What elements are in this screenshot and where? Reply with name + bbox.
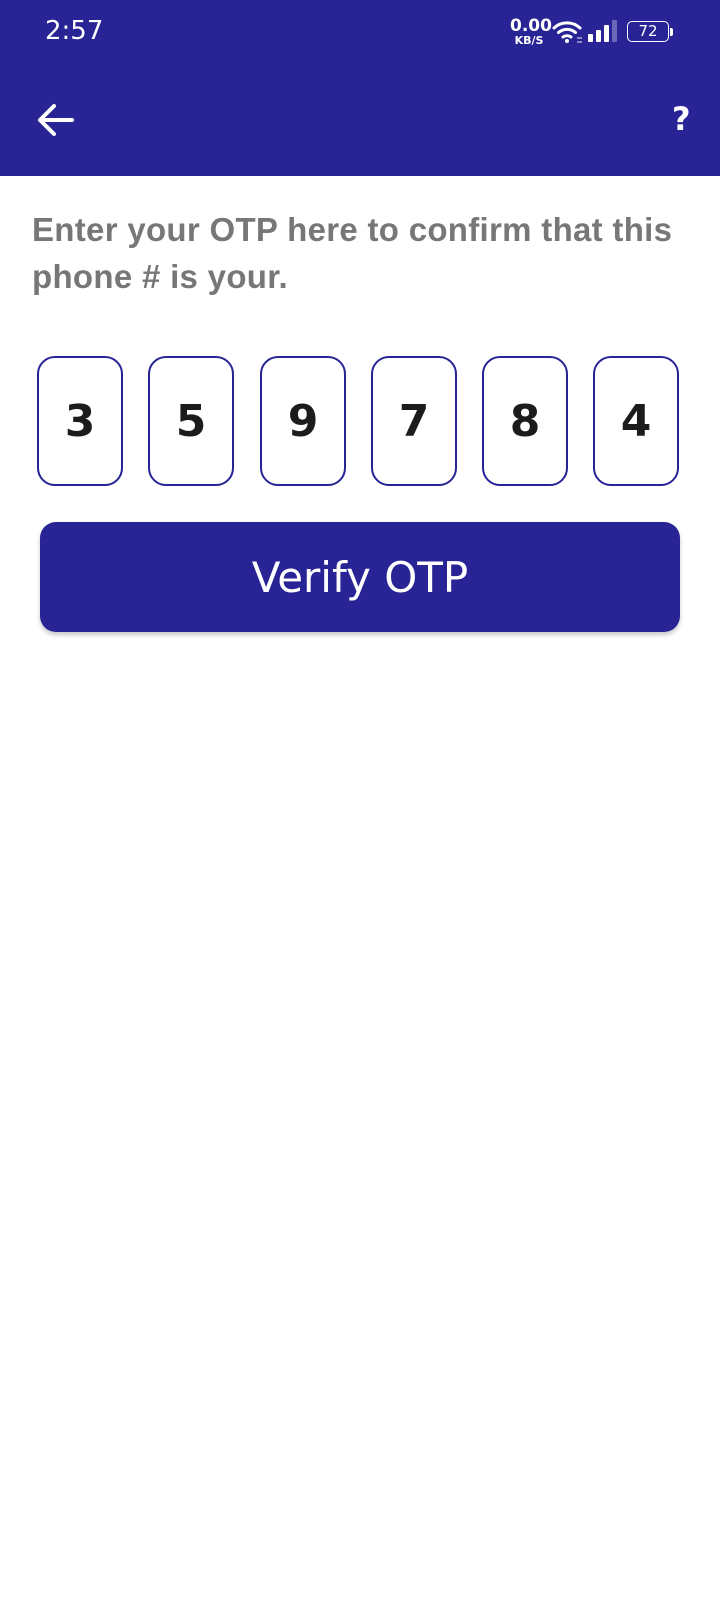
back-button[interactable]	[34, 98, 78, 142]
otp-digit-4[interactable]: 7	[371, 356, 457, 486]
network-speed: 0.00 KB/S	[510, 16, 552, 47]
otp-digit-3[interactable]: 9	[260, 356, 346, 486]
battery-level: 72	[627, 21, 669, 42]
app-header: 2:57 0.00 KB/S 72 ?	[0, 0, 720, 176]
network-speed-value: 0.00	[510, 16, 552, 36]
otp-input-group: 3 5 9 7 8 4	[0, 356, 720, 490]
signal-icon	[586, 20, 620, 49]
verify-otp-button[interactable]: Verify OTP	[40, 522, 680, 632]
otp-digit-5[interactable]: 8	[482, 356, 568, 486]
arrow-left-icon	[38, 104, 74, 136]
otp-instructions: Enter your OTP here to confirm that this…	[32, 211, 673, 295]
help-button[interactable]: ?	[672, 100, 702, 144]
wifi-icon	[552, 20, 582, 49]
status-time: 2:57	[45, 16, 104, 46]
battery-icon: 72	[627, 21, 673, 42]
otp-digit-2[interactable]: 5	[148, 356, 234, 486]
battery-cap	[670, 28, 673, 36]
otp-digit-1[interactable]: 3	[37, 356, 123, 486]
otp-digit-6[interactable]: 4	[593, 356, 679, 486]
network-speed-unit: KB/S	[514, 34, 544, 47]
